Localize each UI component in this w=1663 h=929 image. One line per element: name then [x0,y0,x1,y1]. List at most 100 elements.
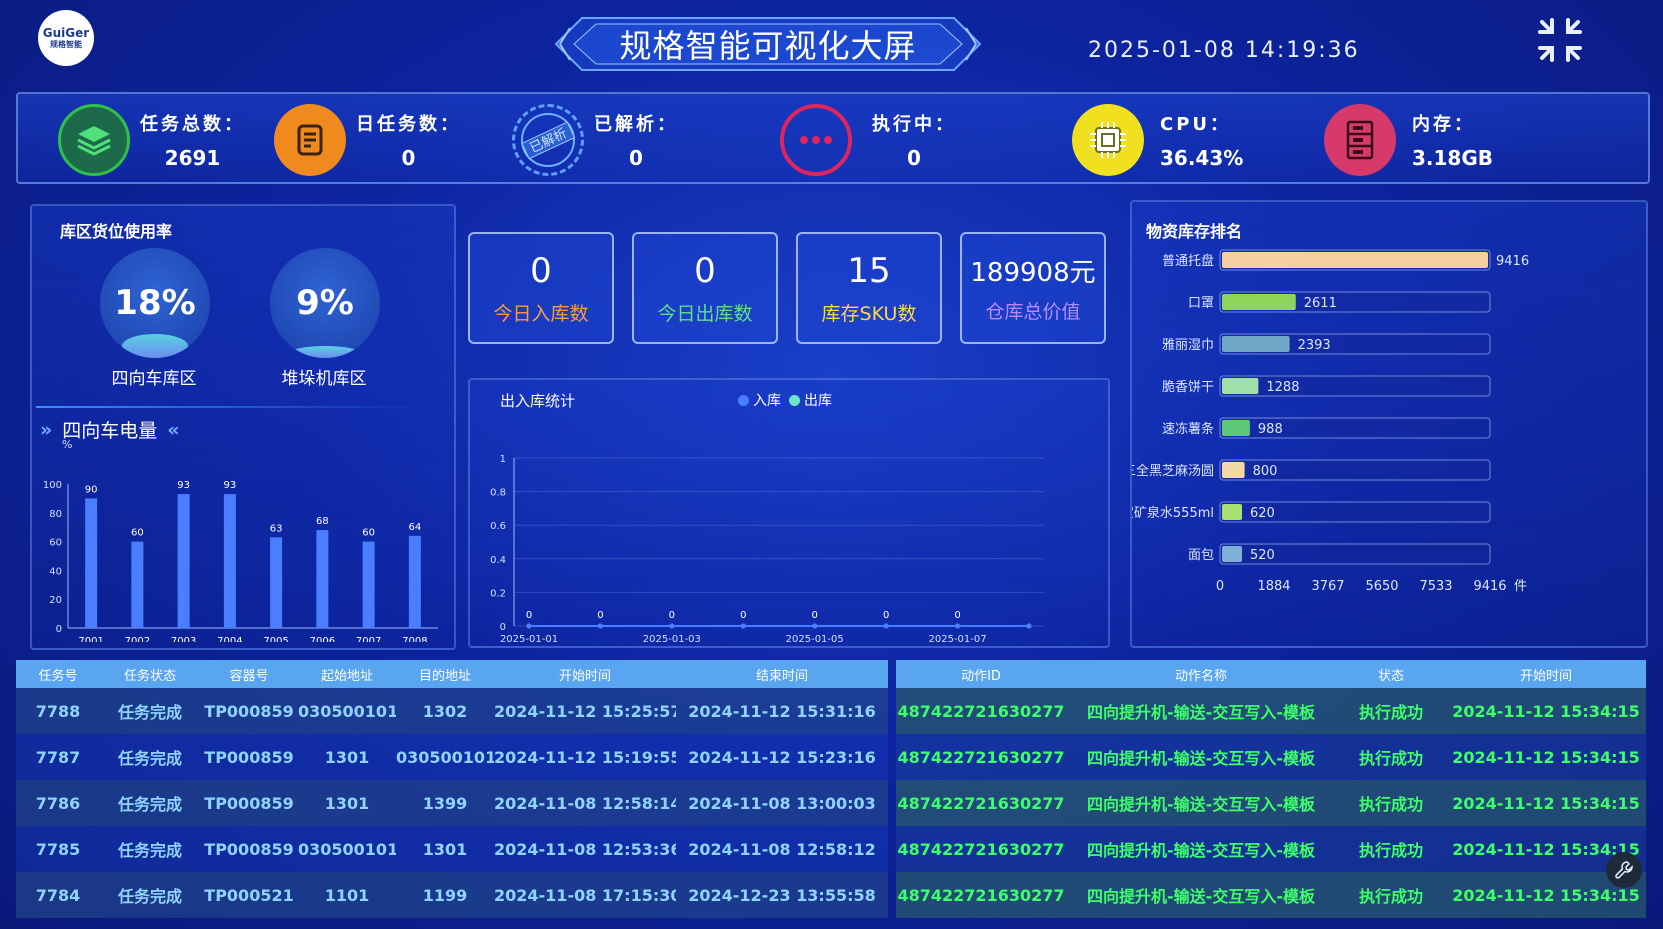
category-label: 脆香饼干 [1162,379,1214,395]
y-tick-label: 0.4 [490,555,506,566]
logo: GuiGer 规格智能 [38,10,94,66]
data-point [1026,623,1032,629]
inout-panel: 出入库统计 入库 出库 0 0.2 0.4 0.6 0.8 1 0 0 0 0 0 0 0 2025-01… [468,378,1110,648]
table-cell: TP000521 [200,872,298,918]
x-tick-label: 2025-01-03 [643,634,701,645]
gauge-percent: 9% [296,283,354,323]
x-tick-label: 2025-01-01 [500,634,558,645]
y-tick-label: 80 [49,509,62,520]
memory-icon [1324,104,1396,176]
table-cell: 2024-11-08 17:15:30 [494,872,676,918]
bar [362,541,375,628]
action-column-header[interactable]: 开始时间 [1446,660,1646,688]
table-cell: 487422721630277 [896,734,1066,780]
layers-icon [58,104,130,176]
task-column-header[interactable]: 容器号 [200,660,298,688]
stat-label: 日任务数： [356,114,461,135]
x-tick-label: 2025-01-07 [929,634,987,645]
task-column-header[interactable]: 起始地址 [298,660,396,688]
table-cell: 2024-11-08 12:58:12 [676,826,888,872]
inout-chart: 00.20.40.60.810 0 0 0 0 0 02025-01-01 2025-01-0… [490,454,1044,645]
y-tick-label: 0.2 [490,588,506,599]
table-cell: 2024-11-08 12:58:14 [494,780,676,826]
action-table: 动作ID 动作名称 状态 开始时间 487422721630277 四向提升机-输送-交… [896,660,1646,918]
legend-dot-inbound [738,394,749,406]
fullscreen-exit-icon[interactable] [1536,16,1584,64]
y-tick-label: 1 [500,454,506,465]
table-row[interactable]: 487422721630277 四向提升机-输送-交互写入-模板 执行成功 2024-… [896,780,1646,826]
kpi-label: 今日入库数 [493,302,589,325]
usage-panel: 库区货位使用率 18% 四向车库区 9% 堆垛机库区 » 四向车电量 « % 0 2… [30,204,456,650]
table-row[interactable]: 7784 任务完成 TP000521 1101 1199 2024-11-08 17:15… [16,872,888,918]
data-point [526,623,532,629]
task-column-header[interactable]: 结束时间 [676,660,888,688]
stat-label: 已解析： [594,114,678,135]
kpi-label: 库存SKU数 [821,302,917,325]
bar [316,530,329,628]
table-row[interactable]: 7786 任务完成 TP000859 1301 1399 2024-11-08 12:58… [16,780,888,826]
action-column-header[interactable]: 动作名称 [1066,660,1336,688]
data-point [669,623,675,629]
table-cell: 四向提升机-输送-交互写入-模板 [1066,872,1336,918]
table-cell: 2024-11-12 15:25:57 [494,688,676,734]
data-point [883,623,889,629]
kpi-total-value: 189908元 仓库总价值 [960,232,1106,344]
table-cell: 2024-12-23 13:55:58 [676,872,888,918]
stat-cpu: CPU： 36.43% [1072,94,1243,186]
table-cell: 任务完成 [100,734,200,780]
gauge-stacker: 9% [270,248,380,358]
stat-value: 3.18GB [1412,146,1494,170]
table-row[interactable]: 487422721630277 四向提升机-输送-交互写入-模板 执行成功 2024-… [896,872,1646,918]
rank-chart: 普通托盘 9416 口罩 2611 雅丽湿巾 2393 脆香饼干 1288 速冻薯条 988 三全黑… [1132,249,1529,594]
kpi-today-inbound: 0 今日入库数 [468,232,614,344]
bar [1222,378,1259,394]
table-row[interactable]: 7785任务完成TP000859030500101213012024-11-08… [16,826,888,872]
table-cell: 2024-11-12 15:23:16 [676,734,888,780]
table-cell: 0305001012 [298,688,396,734]
table-row[interactable]: 7787任务完成TP000859130103050010122024-11-12… [16,734,888,780]
x-tick-label: 5650 [1365,579,1398,594]
document-icon [274,104,346,176]
action-column-header[interactable]: 状态 [1336,660,1446,688]
stat-label: 执行中： [872,114,956,135]
logo-text: GuiGer [42,25,90,40]
task-column-header[interactable]: 任务号 [16,660,100,688]
kpi-value: 0 [694,250,716,291]
more-icon [780,104,852,176]
table-cell: 2024-11-12 15:31:16 [676,688,888,734]
table-row[interactable]: 487422721630277 四向提升机-输送-交互写入-模板 执行成功 2024-… [896,734,1646,780]
task-column-header[interactable]: 任务状态 [100,660,200,688]
bar [131,541,144,628]
gauge-label: 堆垛机库区 [281,369,367,389]
bar [1222,336,1290,352]
bar [270,537,283,628]
category-label: 三全黑芝麻汤圆 [1132,463,1214,479]
wrench-icon[interactable] [1606,852,1642,888]
table-cell: 1302 [396,688,494,734]
bar [1222,504,1242,520]
y-tick-label: 40 [49,566,62,577]
table-cell: 执行成功 [1336,780,1446,826]
x-tick-label: 7002 [125,636,150,642]
y-tick-label: 60 [49,538,62,549]
battery-chart: % 0 20 40 60 80 100 90 7001 60 7002 93 7003 93 7004 63 7… [43,438,438,642]
stat-value: 0 [401,146,416,170]
table-cell: TP000859 [200,826,298,872]
category-label: 普通托盘 [1162,253,1214,269]
table-row[interactable]: 7788任务完成TP000859030500101213022024-11-12… [16,688,888,734]
table-cell: 执行成功 [1336,734,1446,780]
table-cell: 2024-11-08 13:00:03 [676,780,888,826]
data-label: 68 [316,516,329,527]
task-column-header[interactable]: 开始时间 [494,660,676,688]
task-column-header[interactable]: 目的地址 [396,660,494,688]
table-cell: 四向提升机-输送-交互写入-模板 [1066,688,1336,734]
x-tick-label: 7008 [402,636,427,642]
gauge-label: 四向车库区 [111,369,197,389]
category-label: 口罩 [1188,296,1214,311]
table-row[interactable]: 487422721630277 四向提升机-输送-交互写入-模板 执行成功 2024-… [896,688,1646,734]
table-row[interactable]: 487422721630277 四向提升机-输送-交互写入-模板 执行成功 2024-… [896,826,1646,872]
kpi-value: 0 [530,250,552,291]
action-column-header[interactable]: 动作ID [896,660,1066,688]
stat-label: 内存： [1412,114,1475,135]
gauge-fill [292,346,358,358]
